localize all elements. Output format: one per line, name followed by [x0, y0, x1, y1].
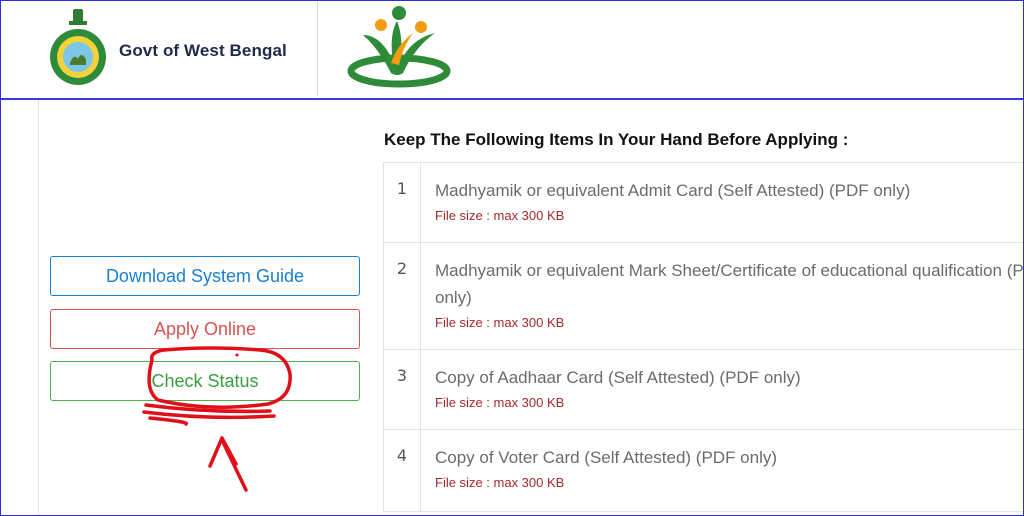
- apply-online-button[interactable]: Apply Online: [50, 309, 360, 349]
- item-number: 1: [383, 163, 421, 242]
- requirements-list: 1 Madhyamik or equivalent Admit Card (Se…: [383, 162, 1024, 516]
- sidebar-border: [38, 100, 39, 516]
- item-file-size: File size : max 300 KB: [435, 395, 565, 410]
- site-header: Govt of West Bengal: [1, 1, 1023, 100]
- item-file-size: File size : max 300 KB: [435, 475, 565, 490]
- brand-title: Govt of West Bengal: [119, 41, 287, 60]
- item-file-size: File size : max 300 KB: [435, 208, 565, 223]
- item-number: 4: [383, 430, 421, 511]
- item-title: Madhyamik or equivalent Admit Card (Self…: [435, 181, 911, 200]
- apply-online-label: Apply Online: [153, 318, 257, 339]
- download-system-guide-button[interactable]: Download System Guide: [50, 256, 360, 296]
- check-status-label: Check Status: [151, 370, 259, 391]
- check-status-button[interactable]: Check Status: [50, 361, 360, 401]
- item-title: Madhyamik or equivalent Mark Sheet/Certi…: [435, 261, 1024, 307]
- item-file-size: File size : max 300 KB: [435, 315, 565, 330]
- list-item: 2 Madhyamik or equivalent Mark Sheet/Cer…: [383, 243, 1024, 350]
- header-divider: [317, 2, 318, 97]
- list-item: 1 Madhyamik or equivalent Admit Card (Se…: [383, 163, 1024, 243]
- item-number: 2: [383, 243, 421, 349]
- list-item: 4 Copy of Voter Card (Self Attested) (PD…: [383, 430, 1024, 512]
- item-title: Copy of Voter Card (Self Attested) (PDF …: [435, 448, 778, 467]
- state-emblem-logo: [50, 9, 106, 85]
- requirements-heading: Keep The Following Items In Your Hand Be…: [384, 130, 849, 149]
- scheme-logo: [347, 6, 451, 88]
- list-item: 3 Copy of Aadhaar Card (Self Attested) (…: [383, 350, 1024, 430]
- download-system-guide-label: Download System Guide: [105, 265, 305, 286]
- item-title: Copy of Aadhaar Card (Self Attested) (PD…: [435, 368, 801, 387]
- item-number: 3: [383, 350, 421, 429]
